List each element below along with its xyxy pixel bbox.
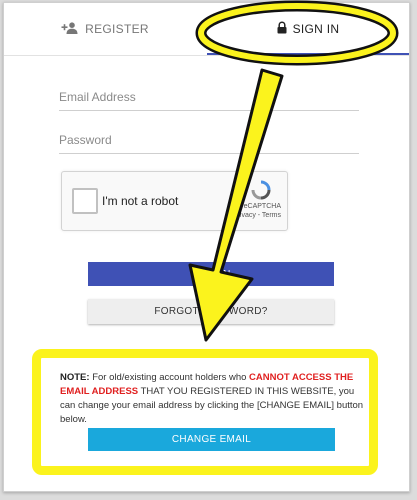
add-person-icon [61,21,79,37]
change-email-button[interactable]: CHANGE EMAIL [88,428,335,451]
active-tab-indicator [207,53,409,55]
notice-text-part1: For old/existing account holders who [92,372,247,383]
recaptcha-links[interactable]: Privacy - Terms [233,211,281,220]
notice-text: NOTE: For old/existing account holders w… [60,371,365,427]
auth-tabs: REGISTER SIGN IN [4,3,409,56]
forgot-password-button[interactable]: FORGOT PASSWORD? [88,299,334,324]
recaptcha-brand-name: reCAPTCHA [241,203,281,210]
auth-card: REGISTER SIGN IN I'm not a robot reCAPT [3,2,410,492]
sign-in-button[interactable]: SIGN IN [88,262,334,286]
password-field-wrapper [59,127,359,154]
email-field-wrapper [59,84,359,111]
recaptcha-label: I'm not a robot [102,194,179,208]
change-email-notice: NOTE: For old/existing account holders w… [32,349,378,475]
notice-prefix: NOTE: [60,372,90,383]
password-field[interactable] [59,127,359,153]
email-field[interactable] [59,84,359,110]
lock-icon [277,21,287,37]
recaptcha-checkbox[interactable] [72,188,98,214]
recaptcha-widget: I'm not a robot reCAPTCHA Privacy - Term… [61,171,288,231]
tab-signin-label: SIGN IN [292,22,340,36]
recaptcha-logo-icon [251,180,271,200]
tab-register-label: REGISTER [85,22,149,36]
tab-register[interactable]: REGISTER [4,3,206,55]
tab-signin[interactable]: SIGN IN [207,3,409,55]
recaptcha-brand: reCAPTCHA Privacy - Terms [233,202,281,220]
